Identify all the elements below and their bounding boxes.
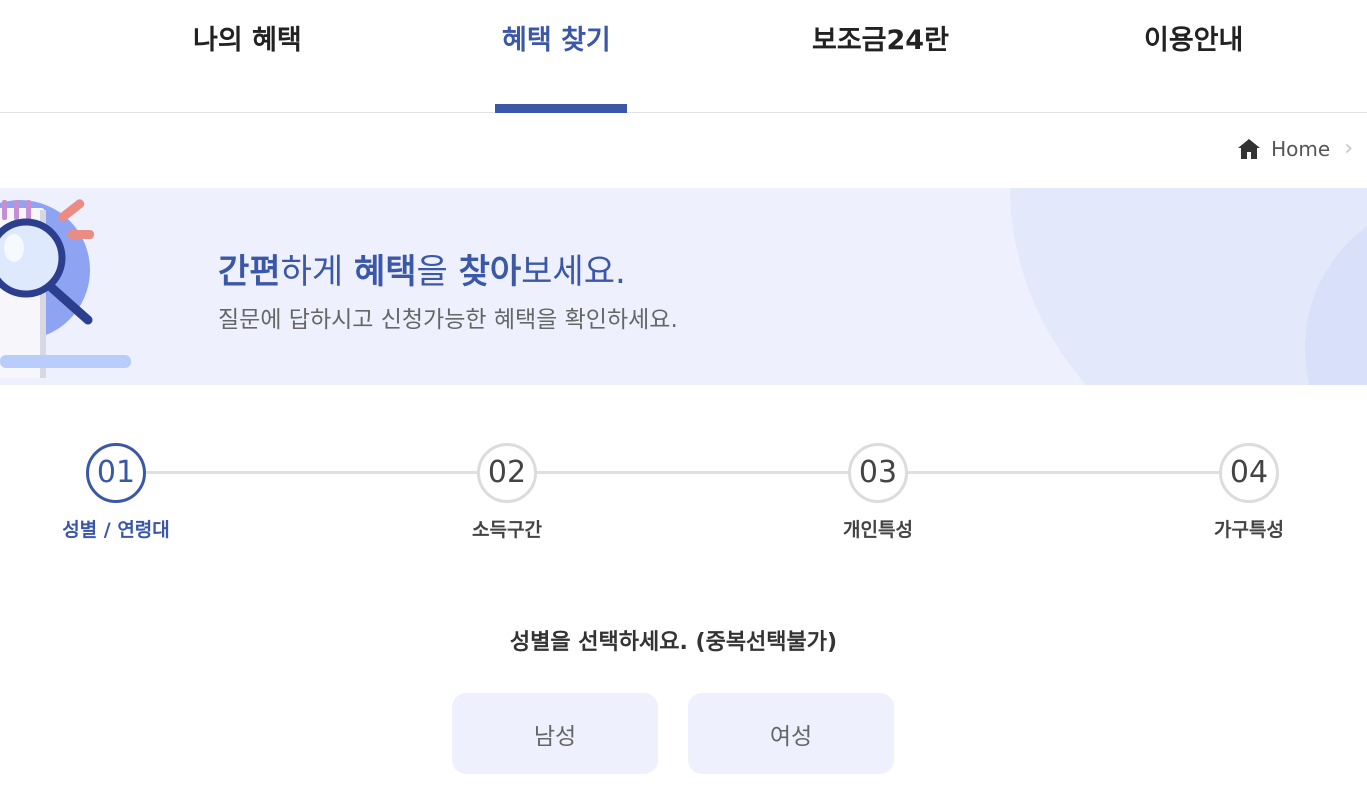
- chevron-right-icon: ›: [1344, 136, 1353, 161]
- nav-item-find-benefits[interactable]: 혜택 찾기: [502, 18, 611, 57]
- step-label: 소득구간: [472, 519, 542, 541]
- step-number: 04: [1219, 443, 1279, 503]
- banner-title-text: 보세요.: [521, 252, 626, 292]
- banner-subtitle: 질문에 답하시고 신청가능한 혜택을 확인하세요.: [218, 307, 678, 333]
- nav-item-subsidy24[interactable]: 보조금24란: [812, 18, 949, 57]
- step-number: 03: [848, 443, 908, 503]
- step-4: 04 가구특성: [1149, 443, 1349, 542]
- magnifier-illustration: [0, 199, 131, 378]
- home-icon[interactable]: [1237, 137, 1261, 161]
- banner-title: 간편하게 혜택을 찾아보세요.: [218, 244, 626, 293]
- banner-title-emphasis: 찾아: [458, 252, 522, 292]
- breadcrumb: Home ›: [1237, 136, 1353, 161]
- banner-title-emphasis: 혜택: [353, 252, 417, 292]
- question-text: 성별을 선택하세요. (중복선택불가): [509, 630, 838, 655]
- step-label: 가구특성: [1214, 519, 1284, 541]
- nav-item-my-benefits[interactable]: 나의 혜택: [193, 18, 302, 57]
- step-number: 02: [477, 443, 537, 503]
- hero-banner: 간편하게 혜택을 찾아보세요. 질문에 답하시고 신청가능한 혜택을 확인하세요…: [0, 188, 1367, 385]
- option-male-button[interactable]: 남성: [452, 693, 658, 774]
- banner-title-text: 을: [416, 252, 459, 292]
- banner-title-text: 하게: [280, 252, 354, 292]
- nav-item-guide[interactable]: 이용안내: [1144, 18, 1243, 57]
- step-label: 성별 / 연령대: [62, 519, 170, 541]
- step-number: 01: [86, 443, 146, 503]
- step-3: 03 개인특성: [778, 443, 978, 542]
- active-tab-indicator: [495, 104, 627, 113]
- banner-title-emphasis: 간편: [218, 252, 281, 292]
- step-label: 개인특성: [843, 519, 913, 541]
- step-progress-line: [116, 471, 1249, 474]
- top-navigation: 나의 혜택 혜택 찾기 보조금24란 이용안내: [0, 0, 1367, 113]
- breadcrumb-home-link[interactable]: Home: [1271, 137, 1330, 161]
- step-1: 01 성별 / 연령대: [16, 443, 216, 542]
- option-female-button[interactable]: 여성: [688, 693, 894, 774]
- step-2: 02 소득구간: [407, 443, 607, 542]
